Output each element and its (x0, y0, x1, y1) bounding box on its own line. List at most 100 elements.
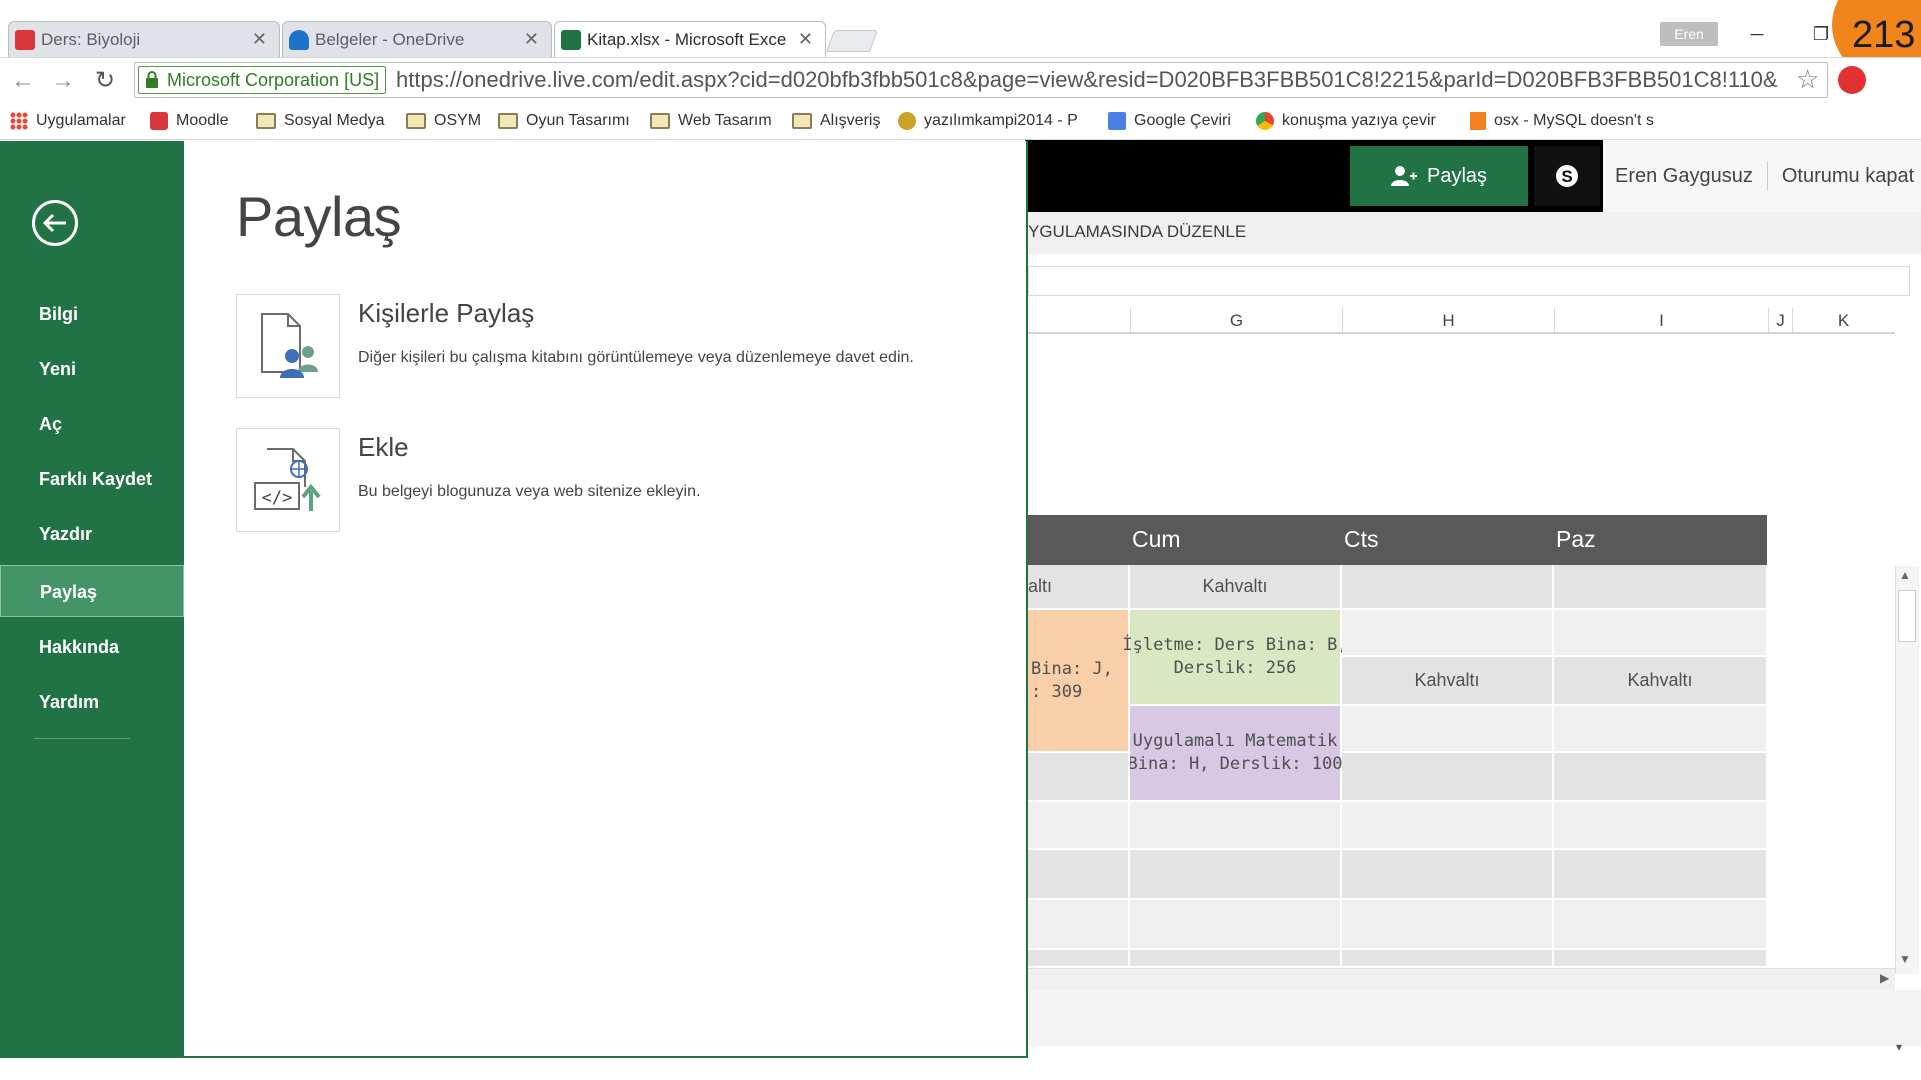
url-text[interactable]: https://onedrive.live.com/edit.aspx?cid=… (396, 66, 1788, 94)
bookmark-sosyal-medya[interactable]: Sosyal Medya (256, 108, 385, 134)
cell-empty[interactable] (1025, 802, 1130, 850)
bookmark-label: OSYM (434, 112, 482, 129)
embed-title[interactable]: Ekle (358, 432, 409, 463)
cell-empty[interactable] (1025, 950, 1130, 968)
cell-cts-empty[interactable] (1342, 753, 1554, 802)
embed-tile[interactable]: </> (236, 428, 340, 532)
cell-empty[interactable] (1554, 802, 1768, 850)
user-area: Eren Gaygusuz Oturumu kapat (1603, 140, 1921, 212)
new-tab-button[interactable] (825, 30, 879, 52)
share-with-people-tile[interactable] (236, 294, 340, 398)
nav-item-paylas[interactable]: Paylaş (0, 565, 184, 617)
bookmark-moodle[interactable]: Moodle (150, 108, 228, 134)
cell-partial-breakfast[interactable]: altı (1025, 565, 1130, 610)
cell-cts-empty[interactable] (1342, 610, 1554, 657)
share-with-people-title[interactable]: Kişilerle Paylaş (358, 298, 534, 329)
bookmark-web-tasarim[interactable]: Web Tasarım (650, 108, 772, 134)
cell-empty[interactable] (1342, 802, 1554, 850)
lock-icon (146, 71, 158, 88)
column-header-j[interactable]: J (1768, 308, 1792, 334)
nav-item-bilgi[interactable]: Bilgi (0, 288, 184, 340)
close-tab-icon[interactable]: ✕ (798, 29, 813, 50)
user-name[interactable]: Eren Gaygusuz (1603, 165, 1753, 188)
cell-paz-empty[interactable] (1554, 610, 1768, 657)
close-tab-icon[interactable]: ✕ (252, 29, 267, 50)
column-header-g[interactable]: G (1130, 308, 1342, 334)
sign-out-link[interactable]: Oturumu kapat (1782, 165, 1914, 188)
forward-arrow-icon[interactable]: → (48, 66, 78, 96)
bookmark-oyun-tasarimi[interactable]: Oyun Tasarımı (498, 108, 630, 134)
browser-tab-onedrive[interactable]: Belgeler - OneDrive ✕ (282, 21, 552, 57)
cell-empty[interactable] (1342, 850, 1554, 900)
nav-item-farkli-kaydet[interactable]: Farklı Kaydet (0, 453, 184, 505)
scrollbar-thumb[interactable] (1898, 590, 1916, 642)
reload-icon[interactable]: ↻ (90, 66, 120, 96)
cell-empty[interactable] (1130, 850, 1342, 900)
back-button[interactable] (32, 200, 78, 246)
folder-icon (406, 113, 426, 129)
cell-paz-empty[interactable] (1554, 706, 1768, 753)
browser-tab-excel[interactable]: Kitap.xlsx - Microsoft Exce ✕ (554, 21, 826, 57)
column-header-i[interactable]: I (1554, 308, 1768, 334)
nav-item-yardim[interactable]: Yardım (0, 676, 184, 728)
cell-partial-course[interactable]: Bina: J, : 309 (1025, 610, 1130, 753)
cell-empty[interactable] (1130, 950, 1342, 968)
bookmark-google-ceviri[interactable]: Google Çeviri (1108, 108, 1231, 134)
cell-paz-empty[interactable] (1554, 753, 1768, 802)
horizontal-scrollbar[interactable] (1025, 968, 1895, 990)
cell-cts-breakfast[interactable]: Kahvaltı (1342, 657, 1554, 706)
bookmark-apps[interactable]: Uygulamalar (10, 108, 126, 134)
bookmark-alisveris[interactable]: Alışveriş (792, 108, 880, 134)
cell-cum-breakfast[interactable]: Kahvaltı (1130, 565, 1342, 610)
cell-empty[interactable] (1554, 850, 1768, 900)
nav-item-yazdir[interactable]: Yazdır (0, 508, 184, 560)
extension-icon[interactable] (1838, 66, 1866, 94)
add-person-icon (1390, 166, 1417, 186)
cell-empty[interactable] (1025, 753, 1130, 802)
bookmark-konusma[interactable]: konuşma yazıya çevir (1256, 108, 1454, 134)
bookmark-star-icon[interactable]: ☆ (1796, 64, 1819, 95)
cell-empty[interactable] (1130, 900, 1342, 950)
cell-cts-empty[interactable] (1342, 706, 1554, 753)
back-arrow-icon[interactable]: ← (8, 66, 38, 96)
bookmark-osym[interactable]: OSYM (406, 108, 481, 134)
share-button[interactable]: Paylaş (1350, 146, 1528, 206)
cell-empty[interactable] (1554, 950, 1768, 968)
cell-cts-empty[interactable] (1342, 565, 1554, 610)
cell-empty[interactable] (1025, 850, 1130, 900)
cell-cum-isletme[interactable]: İşletme: Ders Bina: B, Derslik: 256 (1122, 610, 1348, 706)
notification-count: 213 (1852, 14, 1916, 56)
scroll-right-icon[interactable]: ▶ (1880, 971, 1889, 985)
cell-empty[interactable] (1025, 900, 1130, 950)
bookmark-yazilimkampi[interactable]: yazılımkampi2014 - P (898, 108, 1094, 134)
close-tab-icon[interactable]: ✕ (524, 29, 539, 50)
minimize-icon[interactable]: ─ (1742, 22, 1772, 46)
edit-in-app-button[interactable]: YGULAMASINDA DÜZENLE (1028, 222, 1246, 242)
cell-cum-matematik[interactable]: Uygulamalı Matematik Bina: H, Derslik: 1… (1128, 706, 1342, 802)
skype-button[interactable]: S (1534, 146, 1600, 206)
scroll-up-icon[interactable]: ▲ (1899, 568, 1911, 582)
bookmark-stackoverflow[interactable]: osx - MySQL doesn't s (1470, 108, 1660, 134)
cell-empty[interactable] (1342, 950, 1554, 968)
nav-item-hakkinda[interactable]: Hakkında (0, 621, 184, 673)
security-badge[interactable]: Microsoft Corporation [US] (138, 66, 387, 94)
cell-empty[interactable] (1130, 802, 1342, 850)
column-header-k[interactable]: K (1792, 308, 1894, 334)
cell-paz-empty[interactable] (1554, 565, 1768, 610)
nav-divider (34, 738, 130, 739)
nav-item-yeni[interactable]: Yeni (0, 343, 184, 395)
nav-item-ac[interactable]: Aç (0, 398, 184, 450)
chevron-down-icon[interactable]: ▾ (1896, 1040, 1902, 1054)
profile-button[interactable]: Eren (1660, 22, 1718, 46)
scroll-down-icon[interactable]: ▼ (1899, 952, 1911, 966)
chrome-icon (1256, 112, 1274, 130)
browser-tab-biyoloji[interactable]: Ders: Biyoloji ✕ (8, 21, 280, 57)
cell-empty[interactable] (1554, 900, 1768, 950)
column-header-h[interactable]: H (1342, 308, 1554, 334)
formula-input[interactable] (1028, 266, 1910, 296)
skype-icon: S (1556, 165, 1578, 187)
svg-text:</>: </> (262, 488, 293, 508)
cell-empty[interactable] (1342, 900, 1554, 950)
bookmark-label: Sosyal Medya (284, 112, 385, 129)
cell-paz-breakfast[interactable]: Kahvaltı (1554, 657, 1768, 706)
